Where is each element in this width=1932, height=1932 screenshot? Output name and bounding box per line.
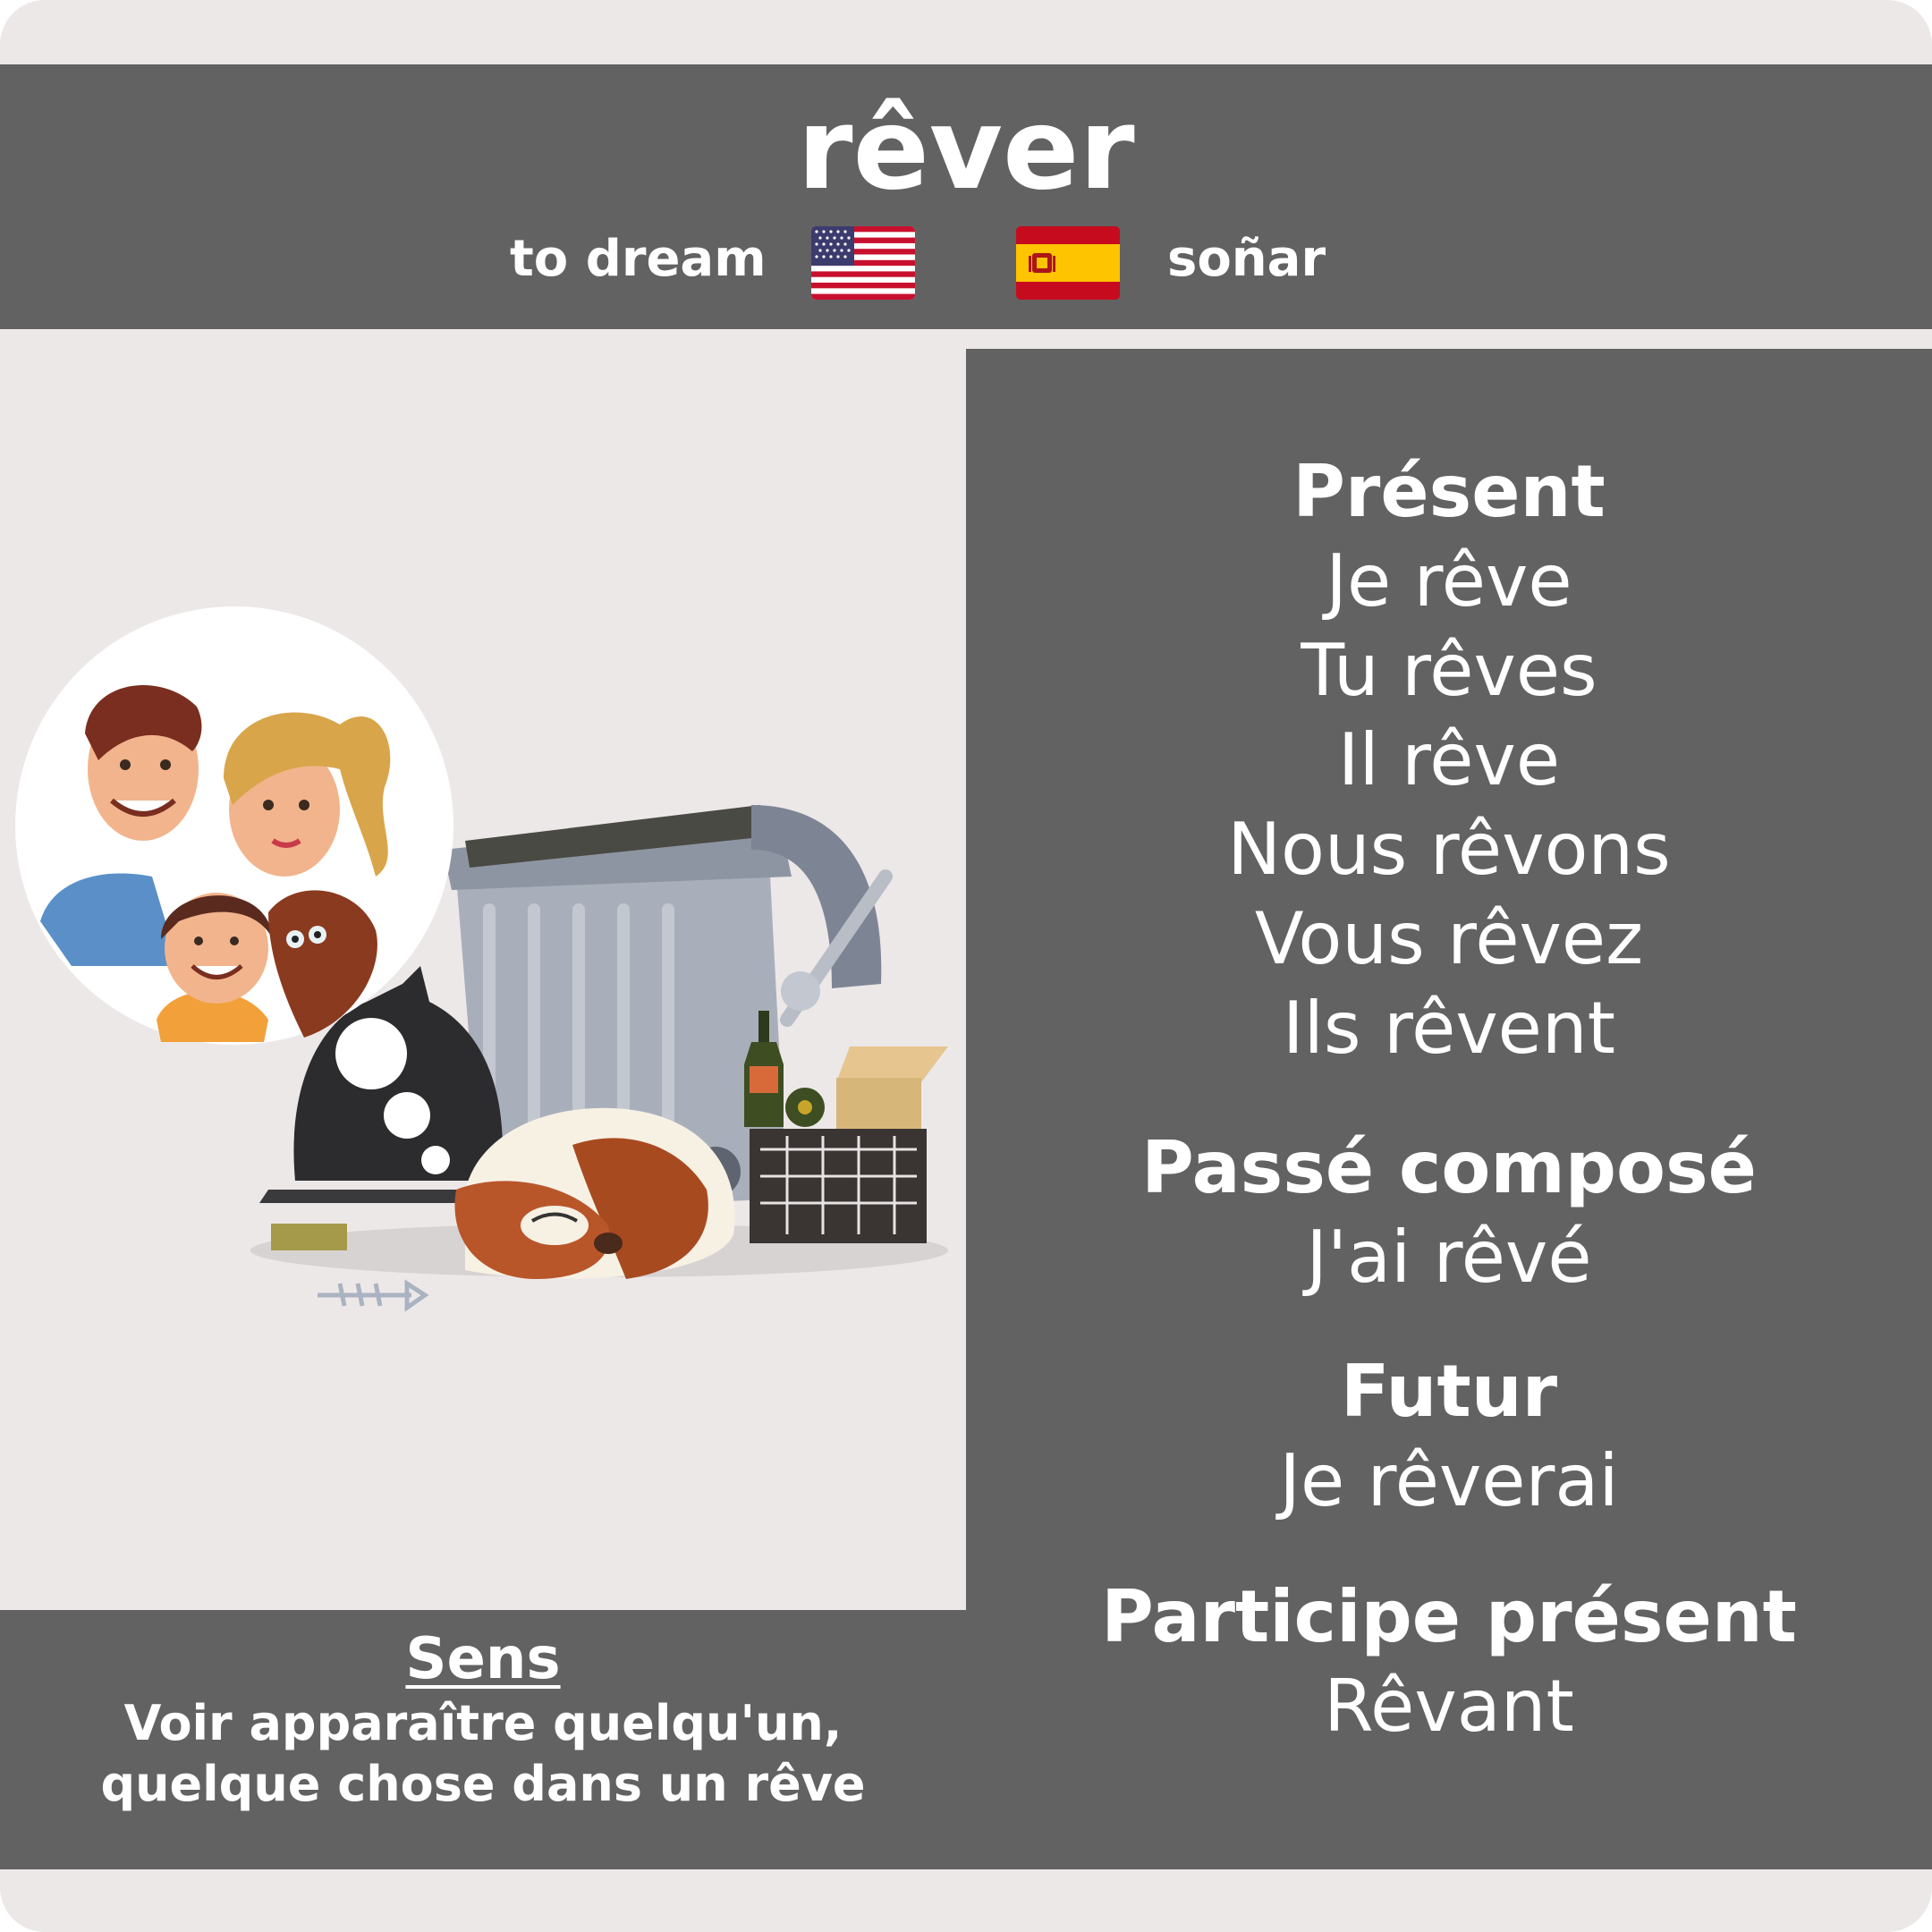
- spanish-translation: soñar: [1167, 230, 1326, 288]
- participe-present-section: Participe présent Rêvant: [966, 1572, 1932, 1751]
- spain-flag-icon: [1016, 226, 1120, 300]
- passe-compose-form: J'ai rêvé: [1306, 1216, 1592, 1299]
- meaning-line-1: Voir apparaître quelqu'un,: [123, 1695, 843, 1751]
- meaning-title: Sens: [405, 1626, 561, 1692]
- present-form-ils: Ils rêvent: [1283, 987, 1615, 1070]
- futur-title: Futur: [1340, 1350, 1558, 1433]
- verb-title: rêver: [797, 83, 1135, 215]
- present-section: Présent Je rêve Tu rêves Il rêve Nous rê…: [966, 447, 1932, 1073]
- participe-present-title: Participe présent: [1101, 1575, 1797, 1658]
- futur-section: Futur Je rêverai: [966, 1347, 1932, 1526]
- passe-compose-section: Passé composé J'ai rêvé: [966, 1123, 1932, 1302]
- present-title: Présent: [1292, 450, 1606, 533]
- illustration: [0, 340, 966, 1610]
- family-dream-circle: [15, 606, 453, 1045]
- futur-form: Je rêverai: [1279, 1439, 1619, 1522]
- present-form-je: Je rêve: [1326, 539, 1572, 623]
- present-form-tu: Tu rêves: [1301, 629, 1597, 712]
- passe-compose-title: Passé composé: [1141, 1126, 1757, 1209]
- english-translation: to dream: [510, 230, 767, 288]
- participe-present-form: Rêvant: [1324, 1665, 1574, 1748]
- meaning-text: Voir apparaître quelqu'un, quelque chose…: [36, 1693, 930, 1815]
- meaning-line-2: quelque chose dans un rêve: [100, 1756, 866, 1812]
- present-form-nous: Nous rêvons: [1227, 808, 1671, 891]
- us-flag-icon: [811, 226, 915, 300]
- present-form-vous: Vous rêvez: [1254, 897, 1644, 980]
- present-form-il: Il rêve: [1337, 718, 1561, 801]
- verb-card: rêver to dream soñar Sens Voir apparaîtr…: [0, 0, 1932, 1932]
